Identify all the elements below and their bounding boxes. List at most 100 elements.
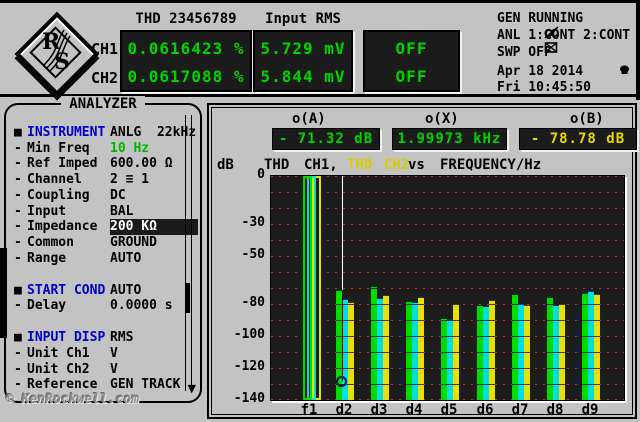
setting-value[interactable]: GROUND <box>110 235 157 251</box>
analyzer-row-input[interactable]: - Input BAL <box>6 204 200 220</box>
setting-label: Common <box>27 234 74 250</box>
analyzer-row-instrument[interactable]: ■ INSTRUMENT ANLG 22kHz <box>6 125 200 141</box>
cursor-b-readout: - 78.78 dB <box>519 128 637 150</box>
analyzer-row-start-cond[interactable]: ■ START COND AUTO <box>6 283 200 299</box>
gridline--50dB <box>271 256 624 257</box>
setting-value[interactable]: DC <box>110 188 126 204</box>
graph-cursor-o-marker[interactable] <box>336 376 347 387</box>
input-rms-title: Input RMS <box>265 11 341 27</box>
ch2-label: CH2 <box>91 69 119 87</box>
row-bullet-icon: - <box>14 219 22 235</box>
analyzer-row-min-freq[interactable]: - Min Freq 10 Hz <box>6 141 200 157</box>
setting-value[interactable]: V <box>110 346 118 362</box>
setting-label: INPUT DISP <box>27 330 106 346</box>
analyzer-row-impedance[interactable]: - Impedance 200 KΩ <box>6 219 200 236</box>
plot-area <box>270 175 625 401</box>
legend-thd-ch2-a: THD <box>347 157 373 173</box>
swp-status: SWP OFF <box>497 45 552 60</box>
row-bullet-icon: - <box>14 298 22 314</box>
setting-value[interactable]: RMS <box>110 330 133 346</box>
xtick-d3: d3 <box>370 402 388 418</box>
aux-display: OFF OFF <box>363 30 460 92</box>
ytick--120: -120 <box>233 359 265 374</box>
rohde-schwarz-logo: R S <box>12 9 100 97</box>
setting-value[interactable]: AUTO <box>110 283 141 299</box>
bar-f1-green <box>303 176 312 400</box>
setting-value[interactable]: 2 ≡ 1 <box>110 172 149 188</box>
row-bullet-icon: - <box>14 250 22 266</box>
analyzer-row-ref-imped[interactable]: - Ref Imped 600.00 Ω <box>6 156 200 172</box>
row-bullet-icon: ■ <box>14 125 22 140</box>
xtick-d2: d2 <box>335 402 353 418</box>
input-rms-display: 5.729 mV 5.844 mV <box>253 30 353 92</box>
analyzer-row-input-disp[interactable]: ■ INPUT DISP RMS <box>6 330 200 346</box>
instrument-screen: R S THD 23456789 CH1 CH2 0.0616423 % 0.0… <box>0 0 640 422</box>
scroll-down-arrow-icon[interactable]: ▼ <box>188 382 196 395</box>
ytick--80: -80 <box>241 295 265 310</box>
setting-value[interactable]: V <box>110 362 118 378</box>
gridline--20dB <box>271 208 624 209</box>
row-bullet-icon: - <box>14 203 22 219</box>
setting-value[interactable]: 600.00 Ω <box>110 156 173 172</box>
x-axis-title: FREQUENCY/Hz <box>440 157 542 173</box>
xtick-d6: d6 <box>476 402 494 418</box>
setting-value[interactable]: BAL <box>110 204 133 220</box>
setting-label: Coupling <box>27 187 90 203</box>
analyzer-row-range[interactable]: - Range AUTO <box>6 251 200 267</box>
gridline-0dB <box>271 176 624 177</box>
ytick--140: -140 <box>233 391 265 406</box>
xtick-d4: d4 <box>405 402 423 418</box>
analyzer-row-delay[interactable]: - Delay 0.0000 s <box>6 298 200 314</box>
graph-cursor-line-inner <box>342 290 343 381</box>
input-rms-ch2-value: 5.844 mV <box>260 67 346 86</box>
setting-label: Input <box>27 203 67 219</box>
analyzer-row-common[interactable]: - Common GROUND <box>6 235 200 251</box>
gridline--80dB <box>271 304 624 305</box>
ytick--100: -100 <box>233 327 265 342</box>
row-bullet-icon: ■ <box>14 330 22 346</box>
setting-label: Delay <box>27 298 67 314</box>
analyzer-row-unit-ch2[interactable]: - Unit Ch2 V <box>6 362 200 378</box>
xtick-d8: d8 <box>546 402 564 418</box>
setting-label: Reference <box>27 377 98 393</box>
setting-label: Ref Imped <box>27 156 98 172</box>
gridline--10dB <box>271 192 624 193</box>
setting-label: Channel <box>27 172 82 188</box>
cursor-b-label: o(B) <box>570 111 604 127</box>
setting-value[interactable]: 0.0000 s <box>110 298 173 314</box>
row-bullet-icon: - <box>14 377 22 393</box>
scrollbar-track[interactable] <box>185 115 192 391</box>
setting-label: Range <box>27 250 67 266</box>
setting-value[interactable]: 10 Hz <box>110 141 149 157</box>
remote-indicator-icon <box>620 65 629 74</box>
analyzer-row-channel[interactable]: - Channel 2 ≡ 1 <box>6 172 200 188</box>
legend-thd-ch1-b: CH1, <box>304 157 338 173</box>
row-bullet-icon: - <box>14 361 22 377</box>
setting-label: Impedance <box>27 219 98 235</box>
cursor-x-label: o(X) <box>425 111 459 127</box>
setting-value[interactable]: AUTO <box>110 251 141 267</box>
thd-display: 0.0616423 % 0.0617088 % <box>120 30 252 92</box>
gridline--70dB <box>271 288 624 289</box>
bar-d7-yellow <box>524 305 530 400</box>
scrollbar-thumb[interactable] <box>185 283 190 313</box>
row-bullet-icon: - <box>14 187 22 203</box>
setting-label: Min Freq <box>27 140 90 156</box>
setting-value[interactable]: GEN TRACK <box>110 377 180 393</box>
analyzer-row-reference[interactable]: - Reference GEN TRACK <box>6 377 200 393</box>
row-bullet-icon: - <box>14 234 22 250</box>
analyzer-row-unit-ch1[interactable]: - Unit Ch1 V <box>6 346 200 362</box>
analyzer-row-coupling[interactable]: - Coupling DC <box>6 188 200 204</box>
row-bullet-icon: - <box>14 172 22 188</box>
screen-right-border <box>636 3 640 100</box>
input-rms-ch1-value: 5.729 mV <box>260 39 346 58</box>
date-text: Apr 18 2014 <box>497 64 584 79</box>
row-bullet-icon: - <box>14 140 22 156</box>
thd-title: THD 23456789 <box>135 11 237 27</box>
setting-value[interactable]: ANLG 22kHz <box>110 125 196 141</box>
ch1-label: CH1 <box>91 40 119 58</box>
bar-d9-yellow <box>594 294 600 400</box>
thd-ch2-value: 0.0617088 % <box>127 67 245 86</box>
xtick-d7: d7 <box>511 402 529 418</box>
graph-cursor-line[interactable] <box>342 176 343 290</box>
